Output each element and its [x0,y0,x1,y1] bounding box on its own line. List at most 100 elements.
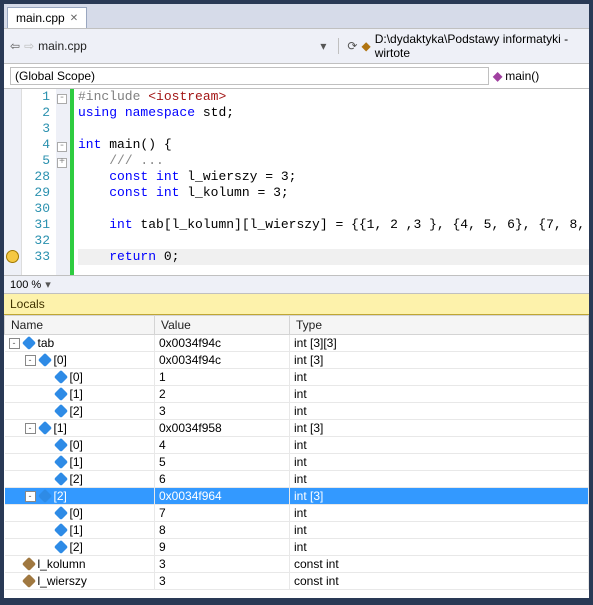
col-value[interactable]: Value [155,316,290,335]
forward-icon[interactable]: ⇨ [24,39,34,53]
fold-toggle [56,201,70,217]
code-line[interactable]: return 0; [78,249,589,265]
nav-path[interactable]: ◆ D:\dydaktyka\Podstawy informatyki - wi… [361,32,583,60]
table-row[interactable]: -[2]0x0034f964int [3] [5,488,589,505]
line-number: 4 [22,137,50,153]
scope-text: (Global Scope) [15,69,95,83]
sync-icon[interactable]: ⟳ [347,39,357,53]
document-tabbar: main.cpp ✕ [4,4,589,28]
variable-icon [53,404,67,418]
table-row[interactable]: - tab 0x0034f94cint [3][3] [5,335,589,352]
var-name: [1] [70,523,83,537]
var-value: 3 [155,403,290,420]
var-type: int [290,454,589,471]
variable-icon [37,353,51,367]
table-row[interactable]: l_wierszy3const int [5,573,589,590]
code-line[interactable]: #include <iostream> [78,89,589,105]
line-number: 28 [22,169,50,185]
table-row[interactable]: -[1]0x0034f958int [3] [5,420,589,437]
variable-icon [37,421,51,435]
table-row[interactable]: [0]1int [5,369,589,386]
fold-toggle [56,169,70,185]
var-value: 7 [155,505,290,522]
var-name: tab [38,336,55,350]
col-type[interactable]: Type [290,316,589,335]
table-row[interactable]: [1]5int [5,454,589,471]
table-row[interactable]: [2]6int [5,471,589,488]
var-name: [0] [70,506,83,520]
table-row[interactable]: [2]3int [5,403,589,420]
fold-toggle[interactable]: - [56,89,70,105]
editor-window: main.cpp ✕ ⇦ ⇨ main.cpp ▾ ⟳ ◆ D:\dydakty… [3,3,590,599]
nav-bar: ⇦ ⇨ main.cpp ▾ ⟳ ◆ D:\dydaktyka\Podstawy… [4,28,589,64]
code-line[interactable]: /// ... [78,153,589,169]
breakpoint-gutter[interactable] [4,89,22,275]
line-number: 30 [22,201,50,217]
var-type: int [290,437,589,454]
code-editor[interactable]: 12345282930313233 --+ #include <iostream… [4,89,589,275]
code-line[interactable]: const int l_kolumn = 3; [78,185,589,201]
function-name: main() [505,69,539,83]
var-value: 9 [155,539,290,556]
var-value: 0x0034f964 [155,488,290,505]
back-icon[interactable]: ⇦ [10,39,20,53]
var-name: [2] [70,540,83,554]
table-row[interactable]: [1]2int [5,386,589,403]
var-type: int [290,505,589,522]
var-value: 8 [155,522,290,539]
code-line[interactable]: using namespace std; [78,105,589,121]
fold-toggle[interactable]: + [56,153,70,169]
line-number: 3 [22,121,50,137]
table-row[interactable]: [2]9int [5,539,589,556]
code-line[interactable]: int tab[l_kolumn][l_wierszy] = {{1, 2 ,3… [78,217,589,233]
code-line[interactable]: int main() { [78,137,589,153]
zoom-level[interactable]: 100 % [10,279,41,291]
zoom-bar: 100 % ▾ [4,275,589,294]
var-name: [0] [70,438,83,452]
close-icon[interactable]: ✕ [70,13,78,24]
code-line[interactable] [78,233,589,249]
table-row[interactable]: [0]4int [5,437,589,454]
variable-icon [53,523,67,537]
expand-toggle[interactable]: - [25,423,36,434]
line-number: 5 [22,153,50,169]
code-line[interactable]: const int l_wierszy = 3; [78,169,589,185]
code-line[interactable] [78,121,589,137]
var-name: [2] [70,472,83,486]
var-type: int [3] [290,420,589,437]
var-value: 0x0034f94c [155,335,290,352]
expand-toggle[interactable]: - [9,338,20,349]
var-type: int [3][3] [290,335,589,352]
breakpoint-icon[interactable] [6,250,19,263]
table-row[interactable]: [1]8int [5,522,589,539]
file-icon: ◆ [361,39,370,53]
variable-icon [37,489,51,503]
chevron-down-icon[interactable]: ▾ [45,278,51,291]
line-number: 2 [22,105,50,121]
scope-bar: (Global Scope) ◆ main() [4,64,589,89]
code-line[interactable] [78,201,589,217]
var-name: [1] [70,455,83,469]
line-number: 29 [22,185,50,201]
function-dropdown[interactable]: ◆ main() [493,67,583,85]
var-type: int [290,403,589,420]
col-name[interactable]: Name [5,316,155,335]
fold-toggle [56,217,70,233]
fold-toggle[interactable]: - [56,137,70,153]
scope-dropdown[interactable]: (Global Scope) [10,67,489,85]
var-name: l_kolumn [38,557,86,571]
tab-main-cpp[interactable]: main.cpp ✕ [7,7,87,28]
outline-gutter[interactable]: --+ [56,89,70,275]
variable-icon [53,506,67,520]
expand-toggle[interactable]: - [25,355,36,366]
nav-file-left[interactable]: main.cpp [38,39,87,53]
var-name: [0] [54,353,67,367]
locals-panel-title[interactable]: Locals [4,294,589,315]
chevron-down-icon[interactable]: ▾ [316,39,330,53]
var-name: [0] [70,370,83,384]
table-row[interactable]: l_kolumn3const int [5,556,589,573]
expand-toggle[interactable]: - [25,491,36,502]
code-area[interactable]: #include <iostream>using namespace std; i… [74,89,589,275]
table-row[interactable]: -[0]0x0034f94cint [3] [5,352,589,369]
table-row[interactable]: [0] 7int [5,505,589,522]
